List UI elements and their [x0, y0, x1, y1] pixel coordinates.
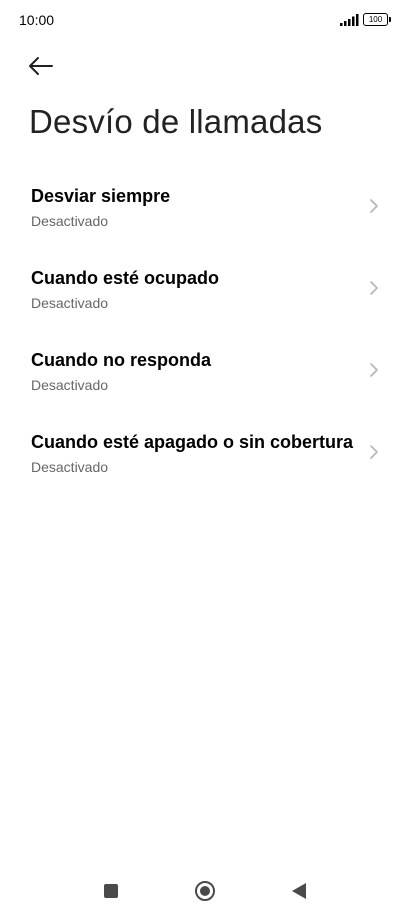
status-bar: 10:00 100	[0, 0, 411, 40]
back-button[interactable]	[22, 50, 60, 82]
chevron-right-icon	[370, 445, 378, 459]
home-circle-icon	[195, 881, 215, 901]
setting-status: Desactivado	[31, 295, 109, 311]
setting-desviar-siempre[interactable]: Desviar siempre Desactivado	[0, 164, 411, 246]
setting-title: Cuando esté ocupado	[31, 268, 220, 288]
setting-cuando-apagado[interactable]: Cuando esté apagado o sin cobertura Desa…	[0, 410, 411, 492]
recents-square-icon	[104, 884, 118, 898]
signal-icon	[340, 14, 359, 26]
chevron-right-icon	[370, 199, 378, 213]
arrow-left-icon	[29, 57, 53, 75]
page-title: Desvío de llamadas	[29, 103, 323, 140]
chevron-right-icon	[370, 281, 378, 295]
setting-cuando-ocupado[interactable]: Cuando esté ocupado Desactivado	[0, 246, 411, 328]
setting-status: Desactivado	[31, 213, 109, 229]
back-nav-button[interactable]	[284, 876, 314, 906]
back-triangle-icon	[292, 883, 306, 899]
setting-cuando-no-responda[interactable]: Cuando no responda Desactivado	[0, 328, 411, 410]
battery-icon: 100	[363, 13, 391, 26]
setting-status: Desactivado	[31, 459, 109, 475]
recents-button[interactable]	[96, 876, 126, 906]
setting-status: Desactivado	[31, 377, 109, 393]
setting-title: Cuando esté apagado o sin cobertura	[31, 432, 354, 452]
setting-title: Cuando no responda	[31, 350, 211, 370]
settings-list: Desviar siempre Desactivado Cuando esté …	[0, 164, 411, 492]
home-button[interactable]	[190, 876, 220, 906]
status-time: 10:00	[19, 12, 55, 28]
navigation-bar	[0, 868, 411, 914]
setting-title: Desviar siempre	[31, 186, 171, 206]
chevron-right-icon	[370, 363, 378, 377]
battery-level: 100	[368, 15, 383, 24]
